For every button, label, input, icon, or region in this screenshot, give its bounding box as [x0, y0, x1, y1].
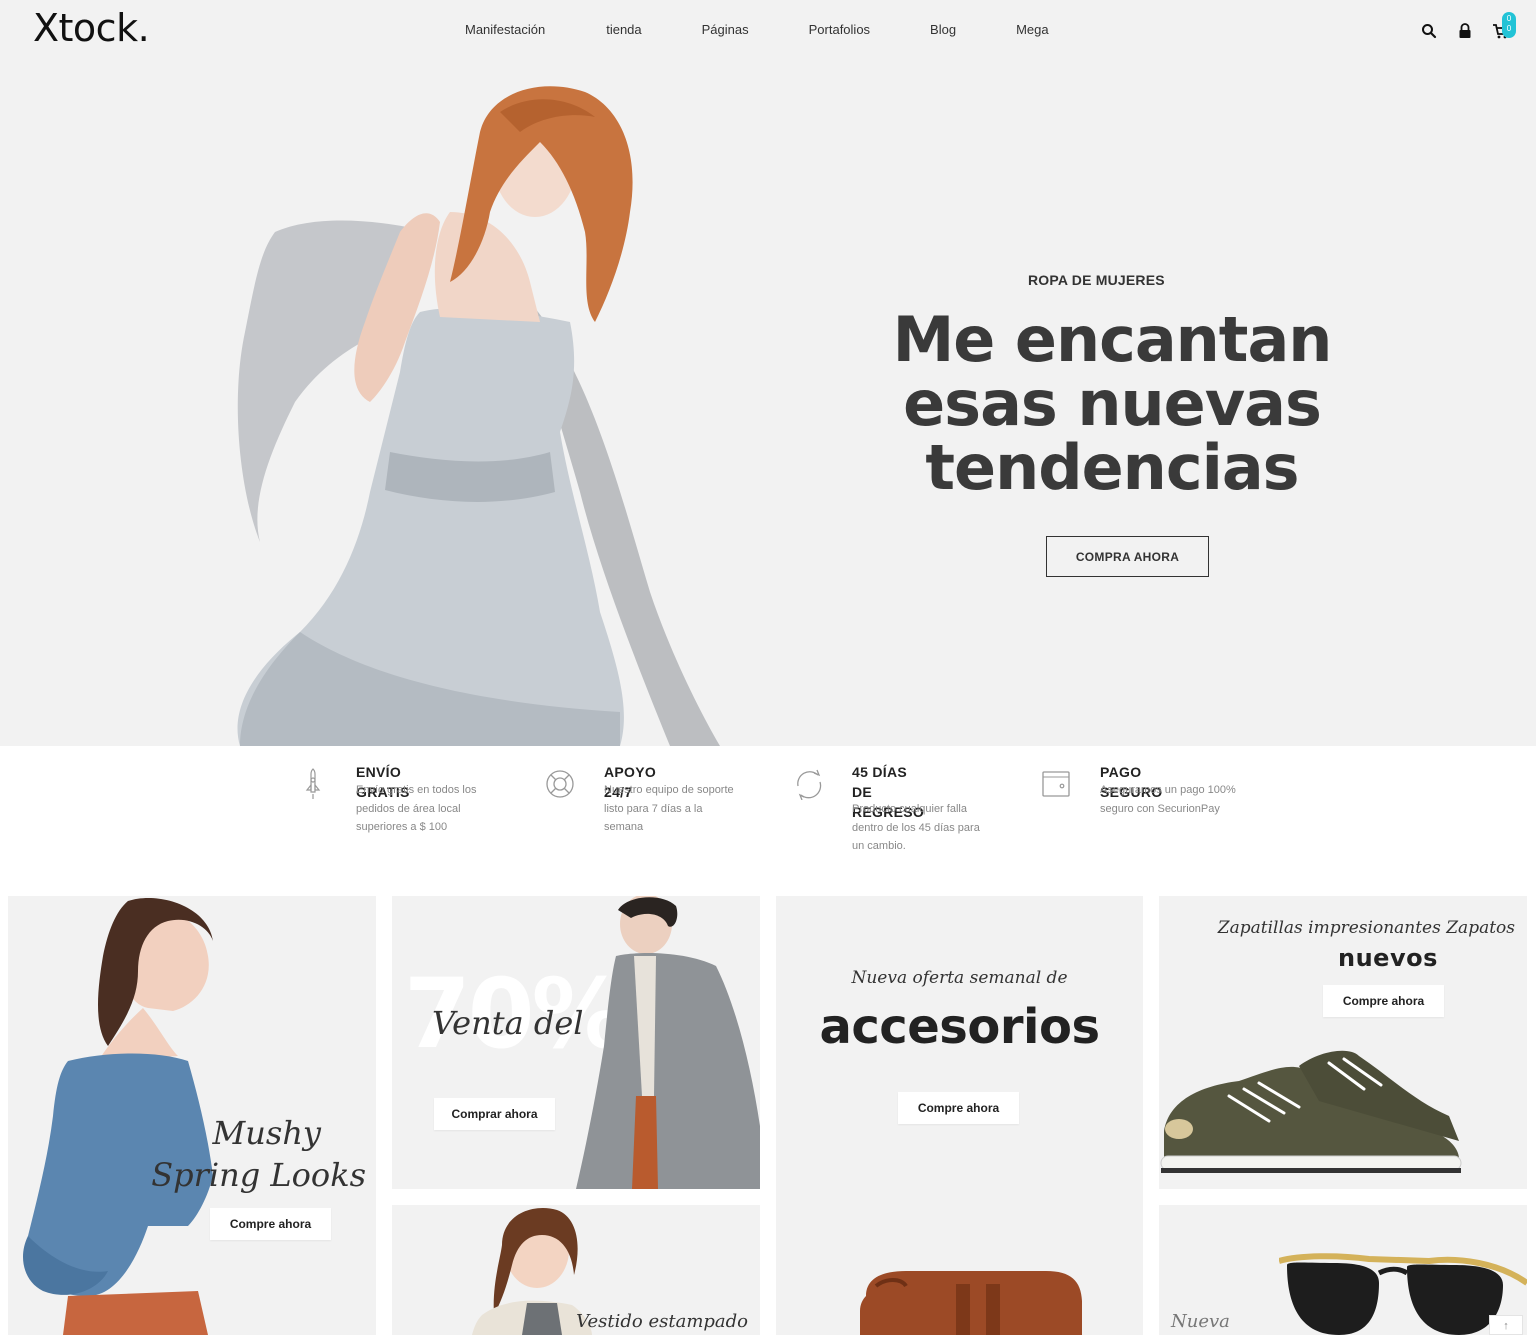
hero-shop-now-button[interactable]: COMPRA AHORA: [1046, 536, 1209, 577]
banner-subtitle: Nueva oferta semanal de: [851, 968, 1068, 988]
shop-now-button[interactable]: Compre ahora: [898, 1092, 1019, 1124]
hero-eyebrow: ROPA DE MUJERES: [1028, 272, 1165, 288]
nav-item-tienda[interactable]: tienda: [606, 22, 641, 37]
nav-item-manifestacion[interactable]: Manifestación: [465, 22, 545, 37]
feature-description: Nuestro equipo de soporte listo para 7 dí…: [604, 784, 734, 833]
features-bar: ENVÍO GRATIS Envío gratis en todos los pe…: [0, 746, 1536, 896]
banner-title: accesorios: [819, 999, 1100, 1055]
cart[interactable]: 00: [1474, 12, 1516, 40]
banner-title-line1: Mushy: [212, 1114, 321, 1152]
banner-sneakers[interactable]: Zapatillas impresionantes Zapatos nuevos…: [1159, 896, 1527, 1189]
banner-subtitle: Zapatillas impresionantes Zapatos: [1217, 918, 1515, 938]
lifebuoy-icon: [546, 770, 574, 798]
nav-item-blog[interactable]: Blog: [930, 22, 956, 37]
hero-banner: ROPA DE MUJERES Me encantan esas nuevas …: [0, 62, 1536, 746]
wallet-icon: [1042, 771, 1070, 797]
banner-title: Nueva: [1171, 1311, 1230, 1332]
banner-title-line2: Spring Looks: [151, 1156, 366, 1194]
banner-title: Vestido estampado: [576, 1311, 748, 1332]
hero-model-image: [237, 86, 720, 746]
banner-printed-dress[interactable]: Vestido estampado: [392, 1205, 760, 1335]
rocket-icon: [305, 768, 321, 799]
nav-item-paginas[interactable]: Páginas: [702, 22, 749, 37]
banner-title: nuevos: [1338, 944, 1438, 972]
hero-title: Me encantan esas nuevas tendencias: [892, 303, 1333, 504]
shop-now-button[interactable]: Compre ahora: [210, 1208, 331, 1240]
logo[interactable]: Xtock.: [33, 6, 150, 50]
main-nav: Manifestación tienda Páginas Portafolios…: [465, 22, 1049, 37]
nav-item-portafolios[interactable]: Portafolios: [809, 22, 870, 37]
shop-now-button[interactable]: Compre ahora: [1323, 985, 1444, 1017]
feature-description: Producto cualquier falla dentro de los 45…: [852, 803, 980, 852]
lock-icon[interactable]: [1456, 22, 1474, 40]
site-header: Xtock. Manifestación tienda Páginas Port…: [0, 0, 1536, 62]
header-icons: 00: [1402, 12, 1516, 40]
return-icon: [797, 769, 822, 800]
sale-title: Venta del: [432, 1004, 584, 1042]
girl-model-image: [472, 1208, 592, 1335]
banner-spring-looks[interactable]: Mushy Spring Looks Compre ahora: [8, 896, 376, 1335]
feature-description: Aseguramos un pago 100% seguro con Securi…: [1100, 784, 1236, 815]
sneakers-image: [1160, 1050, 1462, 1173]
banner-accessories[interactable]: Nueva oferta semanal de accesorios Compr…: [776, 896, 1143, 1335]
search-icon[interactable]: [1420, 22, 1438, 40]
model-grey-coat-image: [576, 896, 760, 1189]
shop-now-button[interactable]: Comprar ahora: [434, 1098, 555, 1130]
cart-count-badge: 00: [1502, 12, 1516, 38]
leather-bag-image: [860, 1271, 1082, 1335]
banner-sunglasses[interactable]: Nueva ↑: [1159, 1205, 1527, 1335]
scroll-to-top-button[interactable]: ↑: [1489, 1315, 1523, 1335]
nav-item-mega[interactable]: Mega: [1016, 22, 1049, 37]
feature-description: Envío gratis en todos los pedidos de área…: [356, 784, 477, 833]
banner-sale[interactable]: 70% Venta del Comprar ahora: [392, 896, 760, 1189]
